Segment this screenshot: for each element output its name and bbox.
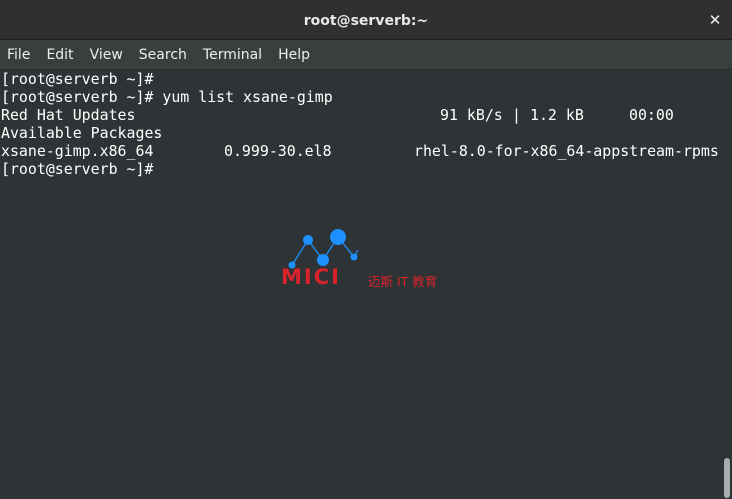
logo-text: MICI: [281, 265, 341, 289]
repo-speed: 91 kB/s: [440, 106, 503, 124]
close-icon[interactable]: ✕: [706, 11, 724, 29]
terminal-window: root@serverb:~ ✕ File Edit View Search T…: [0, 0, 732, 499]
logo-chinese-text: 迈斯 IT 教育: [368, 274, 438, 289]
repo-separator: |: [512, 106, 521, 124]
menu-bar: File Edit View Search Terminal Help: [0, 40, 732, 70]
window-title: root@serverb:~: [303, 13, 429, 29]
terminal-line-command: [root@serverb ~]# yum list xsane-gimp: [1, 88, 333, 106]
scrollbar-thumb[interactable]: [724, 458, 730, 498]
package-name: xsane-gimp.x86_64: [1, 142, 154, 160]
prompt-text: [root@serverb ~]#: [1, 160, 154, 178]
menu-edit[interactable]: Edit: [38, 40, 81, 70]
menu-search[interactable]: Search: [131, 40, 195, 70]
title-bar[interactable]: root@serverb:~ ✕: [0, 0, 732, 40]
package-version: 0.999-30.el8: [224, 142, 332, 160]
terminal-line-available: Available Packages: [1, 124, 163, 142]
terminal-cursor: [153, 161, 162, 177]
menu-terminal[interactable]: Terminal: [195, 40, 270, 70]
terminal-line-repo-name: Red Hat Updates: [1, 106, 136, 124]
package-repo: rhel-8.0-for-x86_64-appstream-rpms: [414, 142, 719, 160]
menu-file[interactable]: File: [0, 40, 38, 70]
terminal-line-prompt-1: [root@serverb ~]#: [1, 70, 154, 88]
menu-view[interactable]: View: [82, 40, 131, 70]
scrollbar[interactable]: [722, 70, 732, 499]
menu-help[interactable]: Help: [270, 40, 318, 70]
terminal-line-prompt-2: [root@serverb ~]#: [1, 160, 162, 178]
repo-size: 1.2 kB: [530, 106, 584, 124]
repo-time: 00:00: [629, 106, 674, 124]
